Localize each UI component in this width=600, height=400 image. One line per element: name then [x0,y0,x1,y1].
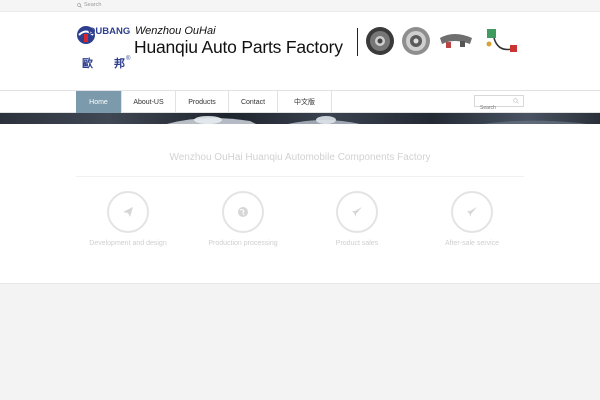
feature-label: Production processing [208,240,278,247]
nav-about-us[interactable]: About-US [122,91,176,113]
feature-circle[interactable] [451,191,493,233]
product-images [366,27,517,55]
main-nav: Home About-US Products Contact 中文版 [0,90,600,113]
sensor-image [486,29,517,52]
nav-search-box[interactable] [474,95,524,113]
feature-sales[interactable]: Product sales [302,191,412,247]
brush-holder-image [440,34,472,48]
hero-banner [0,113,600,124]
nav-home[interactable]: Home [76,91,122,113]
search-icon [77,2,82,8]
feature-label: After-sale service [444,240,500,247]
feature-circle[interactable] [107,191,149,233]
top-search-label: Search [84,2,102,8]
rocket-icon [467,207,477,217]
nav-products[interactable]: Products [176,91,229,113]
logo-text: OUBANG [88,26,130,37]
brand-line-2: Huanqiu Auto Parts Factory [134,37,343,57]
pulley-image [402,27,430,55]
feature-after-sale[interactable]: After-sale service [417,191,527,247]
feature-label: Product sales [335,240,379,247]
oubang-logo[interactable]: OUBANG 歐 邦 ® [76,24,132,72]
nav-chinese-version[interactable]: 中文版 [278,91,332,113]
feature-development[interactable]: Development and design [73,191,183,247]
search-icon[interactable] [513,98,519,104]
banner-image [166,116,587,124]
clutch-bearing-image [366,27,394,55]
site-header: OUBANG 歐 邦 ® Wenzhou OuHai Huanqiu Auto … [0,12,600,90]
paper-plane-icon [123,207,133,217]
logo-cn-1: 歐 [82,56,93,70]
globe-icon [238,207,248,217]
title-divider [76,176,524,177]
feature-label: Development and design [89,240,167,247]
main-content: Wenzhou OuHai Huanqiu Automobile Compone… [0,124,600,283]
top-bar: Search [0,0,600,12]
top-search[interactable]: Search [77,2,101,8]
footer-area [0,283,600,400]
logo-cn-2: 邦 [114,56,125,70]
feature-circle[interactable] [336,191,378,233]
nav-search-input[interactable] [475,103,511,113]
brand-line-1: Wenzhou OuHai [135,25,216,37]
section-title: Wenzhou OuHai Huanqiu Automobile Compone… [169,152,431,163]
feature-production[interactable]: Production processing [188,191,298,247]
rocket-icon [352,207,362,217]
header-divider [357,28,358,56]
logo-registered: ® [126,55,131,62]
nav-items: Home About-US Products Contact 中文版 [76,91,332,113]
feature-circle[interactable] [222,191,264,233]
nav-contact[interactable]: Contact [229,91,278,113]
